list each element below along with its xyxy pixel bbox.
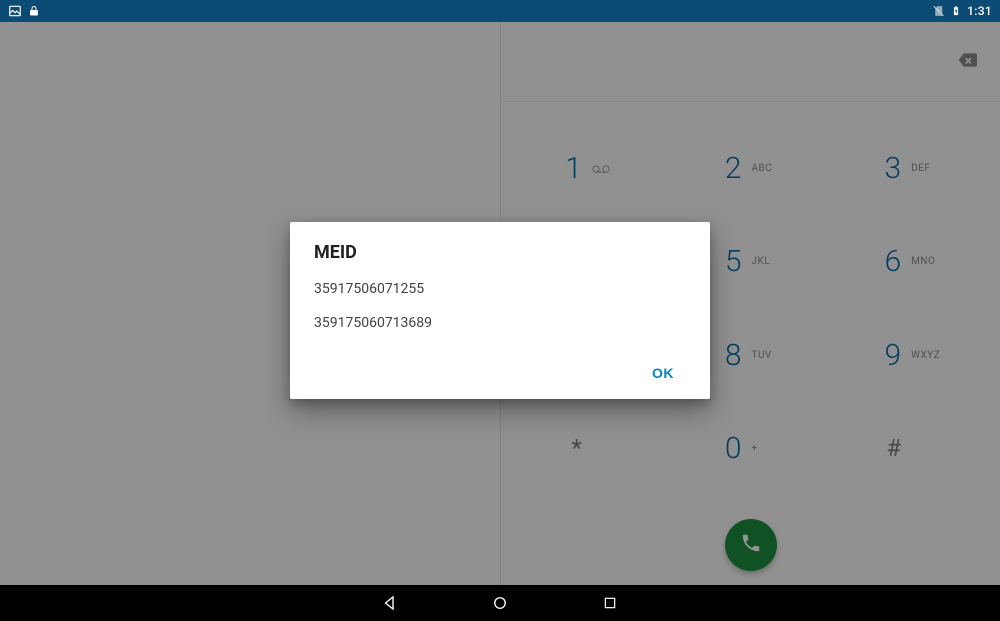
- statusbar: 1:31: [0, 0, 1000, 22]
- lock-icon: [28, 4, 40, 18]
- recents-button[interactable]: [600, 593, 620, 613]
- ok-button[interactable]: OK: [640, 355, 686, 391]
- battery-charging-icon: [951, 4, 961, 18]
- meid-value-2: 359175060713689: [314, 315, 686, 331]
- picture-icon: [8, 4, 22, 18]
- no-sim-icon: [932, 4, 945, 18]
- content-area: 1 2 ABC 3 DEF 4 GHI 5 JKL: [0, 22, 1000, 585]
- status-clock: 1:31: [967, 4, 992, 18]
- dialog-actions: OK: [314, 349, 686, 391]
- navbar: [0, 585, 1000, 621]
- back-button[interactable]: [380, 593, 400, 613]
- meid-value-1: 35917506071255: [314, 281, 686, 297]
- meid-dialog: MEID 35917506071255 359175060713689 OK: [290, 222, 710, 399]
- home-button[interactable]: [490, 593, 510, 613]
- dialog-title: MEID: [314, 242, 686, 263]
